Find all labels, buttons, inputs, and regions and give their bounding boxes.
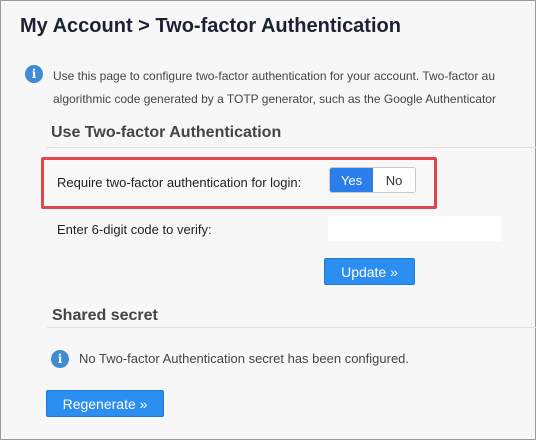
section-title-use-2fa: Use Two-factor Authentication bbox=[51, 124, 282, 141]
verification-code-input[interactable] bbox=[328, 216, 501, 241]
breadcrumb-root[interactable]: My Account bbox=[20, 15, 133, 37]
intro-line-2: algorithmic code generated by a TOTP gen… bbox=[53, 92, 496, 106]
toggle-no-option[interactable]: No bbox=[373, 168, 415, 192]
info-icon: i bbox=[51, 350, 69, 368]
toggle-yes-option[interactable]: Yes bbox=[330, 168, 373, 192]
intro-info: i Use this page to configure two-factor … bbox=[25, 63, 536, 113]
section-divider bbox=[47, 327, 536, 328]
breadcrumb-current: Two-factor Authentication bbox=[155, 15, 401, 37]
require-2fa-toggle[interactable]: Yes No bbox=[329, 167, 416, 193]
section-title-shared-secret: Shared secret bbox=[52, 307, 158, 324]
intro-line-1: Use this page to configure two-factor au… bbox=[53, 69, 496, 83]
no-secret-message: No Two-factor Authentication secret has … bbox=[79, 351, 410, 366]
info-icon: i bbox=[25, 65, 43, 83]
require-2fa-label: Require two-factor authentication for lo… bbox=[57, 175, 302, 190]
regenerate-button[interactable]: Regenerate » bbox=[46, 390, 164, 417]
page-title: My Account > Two-factor Authentication bbox=[20, 15, 401, 38]
section-divider bbox=[46, 147, 536, 148]
intro-text: Use this page to configure two-factor au… bbox=[53, 65, 496, 111]
update-button[interactable]: Update » bbox=[324, 258, 415, 285]
breadcrumb-separator: > bbox=[138, 15, 150, 37]
code-label: Enter 6-digit code to verify: bbox=[57, 222, 212, 237]
